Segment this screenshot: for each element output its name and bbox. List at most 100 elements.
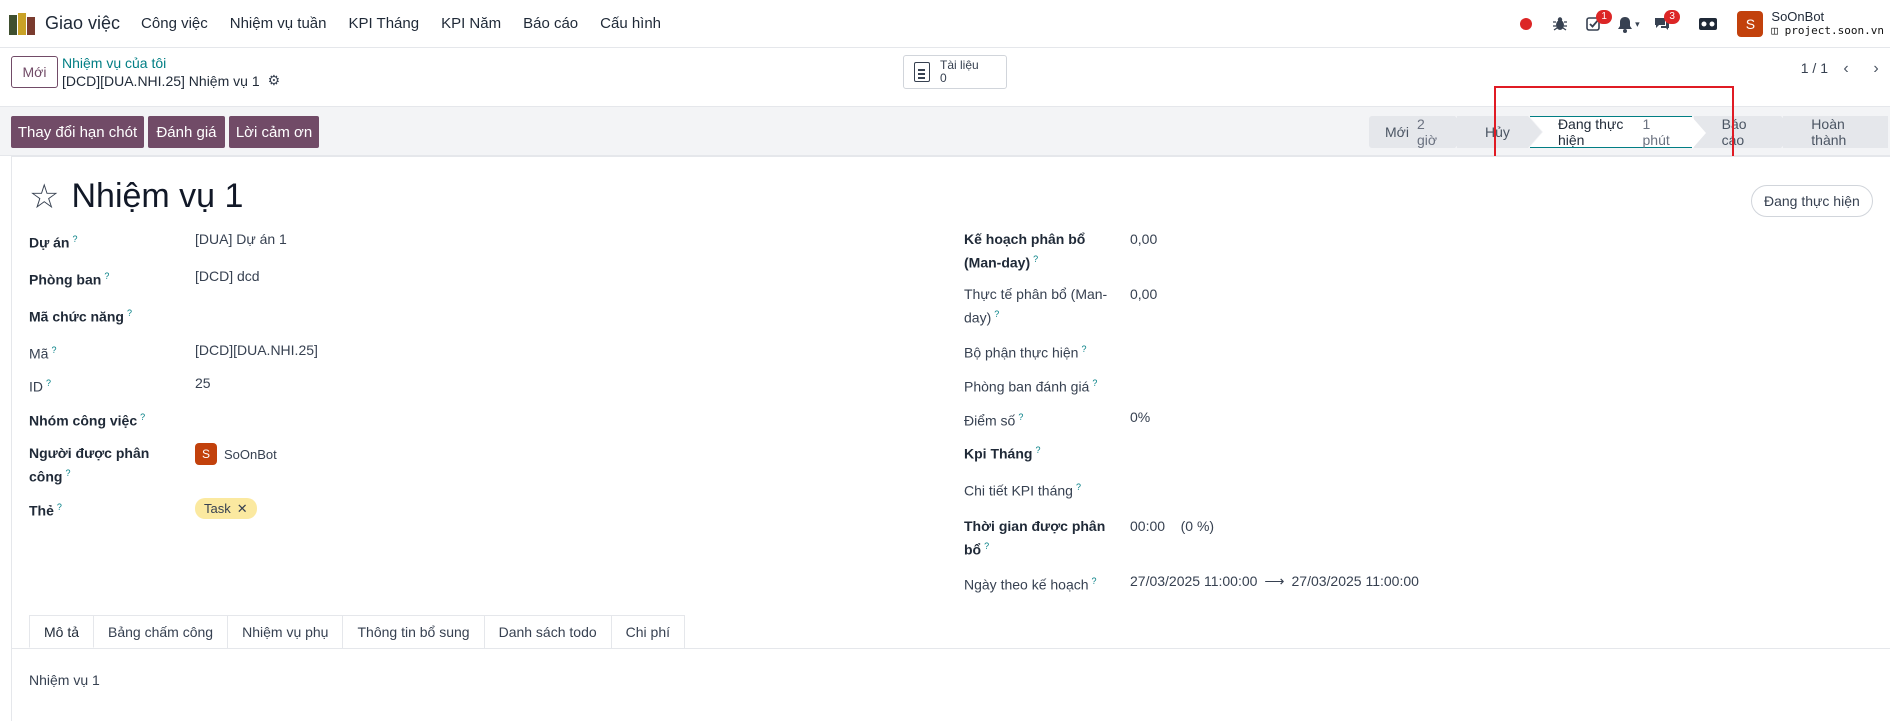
help-icon: ?: [46, 378, 52, 388]
arrow-right-icon: ⟶: [1264, 573, 1285, 589]
score-label: Điểm số?: [964, 412, 1024, 429]
tags-label: Thẻ?: [29, 502, 62, 519]
help-icon: ?: [984, 541, 990, 551]
stage-moi-label: Mới: [1385, 124, 1409, 140]
date-start[interactable]: 27/03/2025 11:00:00: [1130, 571, 1257, 591]
messages-icon[interactable]: 3: [1645, 0, 1680, 48]
description-text[interactable]: Nhiệm vụ 1: [29, 672, 100, 688]
record-icon[interactable]: [1509, 0, 1543, 48]
new-button[interactable]: Mới: [11, 56, 58, 88]
messages-badge: 3: [1664, 10, 1680, 24]
spy-mask-icon[interactable]: [1691, 0, 1725, 48]
stage-hoan-thanh-label: Hoàn thành: [1811, 116, 1847, 148]
help-icon: ?: [1035, 445, 1041, 455]
task-group-label: Nhóm công việc?: [29, 412, 146, 429]
user-name: SoOnBot: [1771, 9, 1825, 24]
help-icon: ?: [72, 234, 78, 244]
assignee-label: Người được phân công?: [29, 445, 150, 485]
app-name[interactable]: Giao việc: [45, 13, 120, 34]
change-deadline-button[interactable]: Thay đổi hạn chót: [11, 116, 144, 148]
tab-danh-sach-todo[interactable]: Danh sách todo: [484, 615, 612, 648]
tag-task: Task ✕: [195, 498, 257, 519]
assignee-name: SoOnBot: [224, 446, 277, 462]
planned-allocation-label: Kế hoạch phân bổ (Man-day)?: [964, 231, 1086, 271]
app-logo-icon[interactable]: [9, 11, 35, 37]
exec-unit-label: Bộ phận thực hiện?: [964, 344, 1087, 361]
documents-smart-button[interactable]: Tài liệu 0: [903, 55, 1007, 89]
tab-bang-cham-cong[interactable]: Bảng chấm công: [94, 615, 229, 648]
id-label: ID?: [29, 378, 52, 395]
menu-cong-viec[interactable]: Công việc: [130, 15, 219, 32]
help-icon: ?: [1092, 378, 1098, 388]
help-icon: ?: [104, 271, 110, 281]
pager-next-icon[interactable]: ›: [1862, 56, 1890, 82]
help-icon: ?: [51, 345, 57, 355]
help-icon: ?: [1033, 254, 1039, 264]
project-value[interactable]: [DUA] Dự án 1: [195, 229, 287, 249]
remove-tag-icon[interactable]: ✕: [237, 501, 248, 517]
planned-date-label: Ngày theo kế hoạch?: [964, 576, 1097, 593]
department-label: Phòng ban?: [29, 271, 110, 288]
project-label: Dự án?: [29, 234, 78, 251]
actual-allocation-label: Thực tế phân bổ (Man- day)?: [964, 286, 1108, 326]
tab-chi-phi[interactable]: Chi phí: [611, 615, 686, 648]
date-end[interactable]: 27/03/2025 11:00:00: [1292, 571, 1419, 591]
help-icon: ?: [1075, 482, 1081, 492]
tab-thong-tin-bo-sung[interactable]: Thông tin bổ sung: [343, 615, 485, 648]
stage-hoan-thanh[interactable]: Hoàn thành: [1783, 116, 1888, 148]
help-icon: ?: [1018, 412, 1024, 422]
evaluate-button[interactable]: Đánh giá: [148, 116, 225, 148]
user-avatar[interactable]: S: [1737, 11, 1764, 37]
menu-nhiem-vu-tuan[interactable]: Nhiệm vụ tuần: [219, 15, 338, 32]
menu-kpi-thang[interactable]: KPI Tháng: [337, 15, 430, 32]
bug-icon[interactable]: [1543, 0, 1577, 48]
eval-dept-label: Phòng ban đánh giá?: [964, 378, 1098, 395]
planned-date-range[interactable]: 27/03/2025 11:00:00 ⟶ 27/03/2025 11:00:0…: [1130, 571, 1419, 591]
function-code-label: Mã chức năng?: [29, 308, 132, 325]
user-menu[interactable]: SoOnBot ◫ project.soon.vn: [1771, 10, 1884, 38]
menu-cau-hinh[interactable]: Cấu hình: [589, 15, 672, 32]
kpi-month-label: Kpi Tháng?: [964, 445, 1041, 462]
allocated-time-label: Thời gian được phân bổ?: [964, 518, 1106, 558]
code-label: Mã?: [29, 345, 57, 362]
stage-moi[interactable]: Mới 2 giờ: [1369, 116, 1470, 148]
id-value: 25: [195, 375, 211, 391]
stage-moi-duration: 2 giờ: [1416, 116, 1438, 148]
kpi-detail-label: Chi tiết KPI tháng?: [964, 482, 1081, 499]
star-favorite-icon[interactable]: ☆: [29, 180, 59, 214]
gear-icon[interactable]: ⚙: [268, 72, 281, 89]
document-icon: [914, 62, 930, 82]
planned-allocation-value[interactable]: 0,00: [1130, 229, 1157, 249]
breadcrumb-current: [DCD][DUA.NHI.25] Nhiệm vụ 1 ⚙: [62, 72, 280, 89]
tab-nhiem-vu-phu[interactable]: Nhiệm vụ phụ: [228, 615, 344, 648]
assignee-value[interactable]: S SoOnBot: [195, 443, 277, 465]
documents-count: 0: [940, 71, 947, 85]
notebook-tabs: Mô tả Bảng chấm công Nhiệm vụ phụ Thông …: [29, 615, 686, 648]
menu-bao-cao[interactable]: Báo cáo: [512, 15, 589, 32]
bell-icon[interactable]: ▾: [1611, 0, 1645, 48]
department-value[interactable]: [DCD] dcd: [195, 266, 260, 286]
score-value: 0%: [1130, 409, 1151, 425]
help-icon: ?: [1081, 344, 1087, 354]
tab-mo-ta[interactable]: Mô tả: [29, 615, 95, 648]
pager-previous-icon[interactable]: ‹: [1832, 56, 1860, 82]
help-icon: ?: [65, 468, 71, 478]
help-icon: ?: [56, 502, 62, 512]
breadcrumb-current-label: [DCD][DUA.NHI.25] Nhiệm vụ 1: [62, 72, 260, 89]
help-icon: ?: [1091, 576, 1097, 586]
tabs-divider: [12, 648, 1890, 649]
thanks-button[interactable]: Lời cảm ơn: [229, 116, 319, 148]
status-pill[interactable]: Đang thực hiện: [1751, 185, 1873, 217]
activity-badge: 1: [1596, 10, 1612, 24]
menu-kpi-nam[interactable]: KPI Năm: [430, 15, 512, 32]
pager-value[interactable]: 1 / 1: [1801, 60, 1828, 76]
database-name: ◫ project.soon.vn: [1771, 24, 1884, 37]
assignee-avatar: S: [195, 443, 217, 465]
task-title[interactable]: Nhiệm vụ 1: [71, 177, 243, 216]
activity-icon[interactable]: 1: [1577, 0, 1612, 48]
tag-label: Task: [204, 501, 231, 516]
top-navbar: Giao việc Công việc Nhiệm vụ tuần KPI Th…: [0, 0, 1890, 48]
actual-allocation-value: 0,00: [1130, 286, 1158, 302]
breadcrumb-parent[interactable]: Nhiệm vụ của tôi: [62, 55, 166, 71]
help-icon: ?: [994, 309, 1000, 319]
